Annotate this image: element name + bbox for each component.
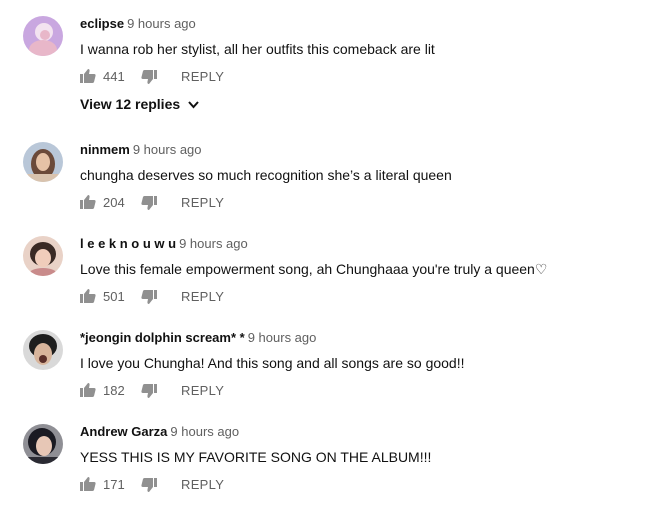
like-count: 501 [103, 289, 125, 304]
reply-button[interactable]: REPLY [181, 383, 224, 398]
thumbs-up-icon[interactable] [80, 68, 96, 84]
chevron-down-icon [188, 101, 199, 109]
view-replies-button[interactable]: View 12 replies [80, 96, 199, 112]
reply-button[interactable]: REPLY [181, 477, 224, 492]
comment-author[interactable]: *jeongin dolphin scream* * [80, 330, 245, 345]
comment-text: I love you Chungha! And this song and al… [80, 355, 465, 371]
thumbs-down-icon[interactable] [141, 383, 157, 399]
comment-text: chungha deserves so much recognition she… [80, 167, 452, 183]
avatar[interactable] [23, 330, 63, 370]
comment-timestamp[interactable]: 9 hours ago [133, 142, 202, 157]
comment-author[interactable]: ninmem [80, 142, 130, 157]
avatar[interactable] [23, 142, 63, 182]
reply-button[interactable]: REPLY [181, 289, 224, 304]
reply-button[interactable]: REPLY [181, 69, 224, 84]
comment-actions: 171 REPLY [80, 476, 480, 494]
thumbs-up-icon[interactable] [80, 382, 96, 398]
comment-timestamp[interactable]: 9 hours ago [127, 16, 196, 31]
thumbs-up-icon[interactable] [80, 288, 96, 304]
avatar[interactable] [23, 424, 63, 464]
like-count: 182 [103, 383, 125, 398]
reply-button[interactable]: REPLY [181, 195, 224, 210]
comment-actions: 441 REPLY [80, 68, 480, 86]
like-count: 171 [103, 477, 125, 492]
thumbs-down-icon[interactable] [141, 69, 157, 85]
comment-text: I wanna rob her stylist, all her outfits… [80, 41, 435, 57]
comment-actions: 204 REPLY [80, 194, 480, 212]
thumbs-up-icon[interactable] [80, 476, 96, 492]
comment-text: Love this female empowerment song, ah Ch… [80, 261, 548, 277]
comment-author[interactable]: eclipse [80, 16, 124, 31]
thumbs-down-icon[interactable] [141, 477, 157, 493]
comment-author[interactable]: Andrew Garza [80, 424, 167, 439]
comment-actions: 501 REPLY [80, 288, 480, 306]
like-count: 441 [103, 69, 125, 84]
avatar[interactable] [23, 16, 63, 56]
comment-author[interactable]: l e e k n o u w u [80, 236, 176, 251]
comment-timestamp[interactable]: 9 hours ago [248, 330, 317, 345]
avatar[interactable] [23, 236, 63, 276]
thumbs-down-icon[interactable] [141, 289, 157, 305]
thumbs-up-icon[interactable] [80, 194, 96, 210]
view-replies-label: View 12 replies [80, 96, 181, 112]
thumbs-down-icon[interactable] [141, 195, 157, 211]
comment-timestamp[interactable]: 9 hours ago [179, 236, 248, 251]
like-count: 204 [103, 195, 125, 210]
comment-text: YESS THIS IS MY FAVORITE SONG ON THE ALB… [80, 449, 432, 465]
comment-actions: 182 REPLY [80, 382, 480, 400]
comment-timestamp[interactable]: 9 hours ago [170, 424, 239, 439]
